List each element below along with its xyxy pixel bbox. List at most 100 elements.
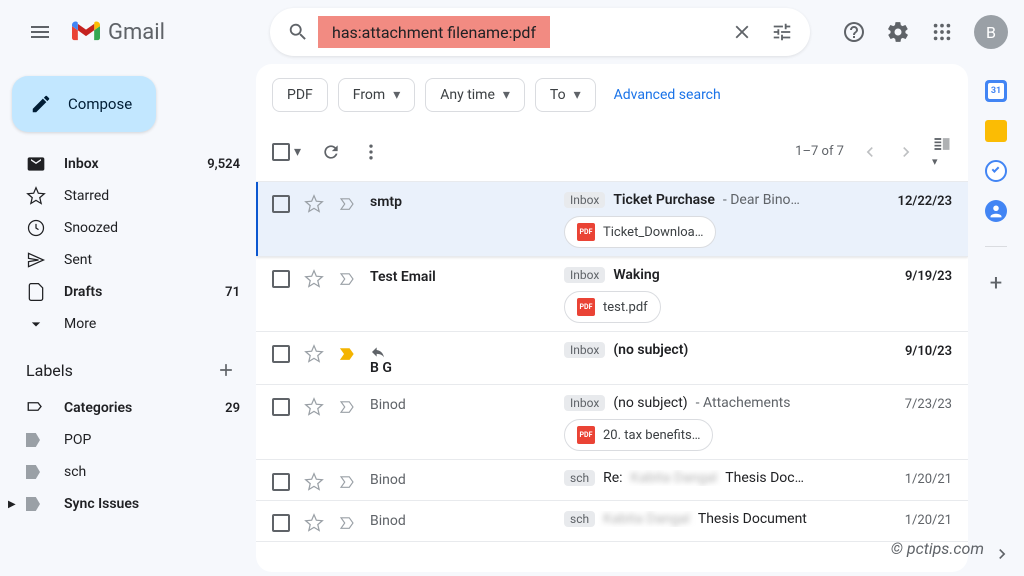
compose-button[interactable]: Compose — [12, 76, 156, 132]
labels-header-text: Labels — [26, 361, 73, 380]
select-all-checkbox[interactable] — [272, 143, 290, 161]
attachment-name: Ticket_Downloa… — [603, 225, 703, 240]
pencil-icon — [30, 93, 52, 115]
star-button[interactable] — [304, 344, 324, 364]
sidebar-item-snoozed[interactable]: Snoozed — [0, 212, 256, 244]
label-item-categories[interactable]: Categories29 — [0, 392, 256, 424]
star-button[interactable] — [304, 472, 324, 492]
gmail-logo-icon — [72, 21, 100, 43]
nav-label: Inbox — [64, 156, 189, 172]
nav-icon — [26, 314, 46, 334]
split-pane-button[interactable]: ▾ — [932, 134, 952, 169]
email-subject: Thesis Doc… — [725, 470, 804, 486]
newer-button[interactable] — [860, 142, 880, 162]
attachment-name: test.pdf — [603, 300, 648, 315]
star-button[interactable] — [304, 194, 324, 214]
email-row[interactable]: BinodInbox (no subject) - AttachementsPD… — [256, 385, 968, 460]
chip-has-attachment[interactable]: PDF — [272, 78, 328, 112]
email-checkbox[interactable] — [272, 345, 290, 363]
label-item-pop[interactable]: POP — [0, 424, 256, 456]
logo-area[interactable]: Gmail — [72, 20, 262, 45]
email-tag: sch — [564, 511, 595, 527]
nav-icon — [26, 218, 46, 238]
importance-marker[interactable] — [338, 514, 356, 532]
support-button[interactable] — [834, 12, 874, 52]
chevron-down-icon[interactable]: ▾ — [294, 144, 301, 160]
email-sender: Binod — [370, 395, 550, 413]
email-checkbox[interactable] — [272, 195, 290, 213]
sidebar-item-starred[interactable]: Starred — [0, 180, 256, 212]
search-options-button[interactable] — [762, 12, 802, 52]
email-checkbox[interactable] — [272, 473, 290, 491]
chip-to[interactable]: To▾ — [535, 78, 596, 112]
more-actions-button[interactable] — [361, 142, 381, 162]
importance-marker[interactable] — [338, 398, 356, 416]
importance-marker[interactable] — [338, 473, 356, 491]
email-subject: Waking — [613, 267, 659, 283]
email-row[interactable]: B GInbox (no subject)9/10/23 — [256, 332, 968, 385]
advanced-search-link[interactable]: Advanced search — [614, 87, 721, 103]
importance-marker[interactable] — [338, 270, 356, 288]
right-side-panel: 31 + — [968, 64, 1024, 576]
apps-grid-icon — [931, 21, 953, 43]
content-panel: PDF From▾ Any time▾ To▾ Advanced search … — [256, 64, 968, 572]
email-subject-redacted: Kabita Dangal — [603, 511, 690, 527]
pdf-icon: PDF — [577, 223, 595, 241]
star-button[interactable] — [304, 513, 324, 533]
settings-button[interactable] — [878, 12, 918, 52]
email-date: 7/23/23 — [892, 395, 952, 412]
email-sender: B G — [370, 342, 550, 376]
compose-label: Compose — [68, 95, 132, 113]
star-button[interactable] — [304, 397, 324, 417]
attachment-chip[interactable]: PDF Ticket_Downloa… — [564, 216, 716, 248]
sidebar-item-inbox[interactable]: Inbox9,524 — [0, 148, 256, 180]
chip-from[interactable]: From▾ — [338, 78, 415, 112]
email-checkbox[interactable] — [272, 398, 290, 416]
contacts-app-icon[interactable] — [985, 200, 1007, 222]
email-row[interactable]: smtpInbox Ticket Purchase - Dear Bino…PD… — [256, 182, 968, 257]
nav-icon — [26, 154, 46, 174]
search-bar: has:attachment filename:pdf — [270, 8, 810, 56]
email-tag: Inbox — [564, 267, 605, 283]
more-vert-icon — [361, 142, 381, 162]
chevron-right-icon — [896, 142, 916, 162]
email-subject: (no subject) — [613, 342, 688, 358]
importance-marker[interactable] — [338, 195, 356, 213]
chip-anytime[interactable]: Any time▾ — [425, 78, 525, 112]
get-addons-button[interactable]: + — [990, 271, 1002, 296]
sidebar-item-more[interactable]: More — [0, 308, 256, 340]
sidebar-item-sent[interactable]: Sent — [0, 244, 256, 276]
attachment-chip[interactable]: PDFtest.pdf — [564, 291, 661, 323]
select-all-combo[interactable]: ▾ — [272, 143, 301, 161]
main-menu-button[interactable] — [16, 8, 64, 56]
star-button[interactable] — [304, 269, 324, 289]
sidebar-item-drafts[interactable]: Drafts71 — [0, 276, 256, 308]
email-list: smtpInbox Ticket Purchase - Dear Bino…PD… — [256, 182, 968, 572]
email-date: 9/10/23 — [892, 342, 952, 359]
header-right: B — [834, 12, 1008, 52]
email-sender: Test Email — [370, 267, 550, 285]
search-button[interactable] — [278, 12, 318, 52]
email-row[interactable]: Test EmailInbox WakingPDFtest.pdf9/19/23 — [256, 257, 968, 332]
sidebar: Compose Inbox9,524StarredSnoozedSentDraf… — [0, 64, 256, 576]
add-label-button[interactable] — [212, 356, 240, 384]
keep-app-icon[interactable] — [985, 120, 1007, 142]
label-item-sync-issues[interactable]: ▶Sync Issues — [0, 488, 256, 520]
refresh-button[interactable] — [321, 142, 341, 162]
importance-marker[interactable] — [338, 345, 356, 363]
side-panel-toggle[interactable] — [992, 544, 1012, 564]
email-row[interactable]: Binodsch Kabita Dangal Thesis Document1/… — [256, 501, 968, 542]
apps-button[interactable] — [922, 12, 962, 52]
older-button[interactable] — [896, 142, 916, 162]
attachment-chip[interactable]: PDF20. tax benefits… — [564, 419, 713, 451]
refresh-icon — [321, 142, 341, 162]
clear-search-button[interactable] — [722, 12, 762, 52]
email-checkbox[interactable] — [272, 270, 290, 288]
calendar-app-icon[interactable]: 31 — [985, 80, 1007, 102]
account-avatar[interactable]: B — [974, 15, 1008, 49]
email-sender: smtp — [370, 192, 550, 210]
email-checkbox[interactable] — [272, 514, 290, 532]
label-item-sch[interactable]: sch — [0, 456, 256, 488]
tasks-app-icon[interactable] — [985, 160, 1007, 182]
email-row[interactable]: Binodsch Re: Kabita Dangal Thesis Doc…1/… — [256, 460, 968, 501]
